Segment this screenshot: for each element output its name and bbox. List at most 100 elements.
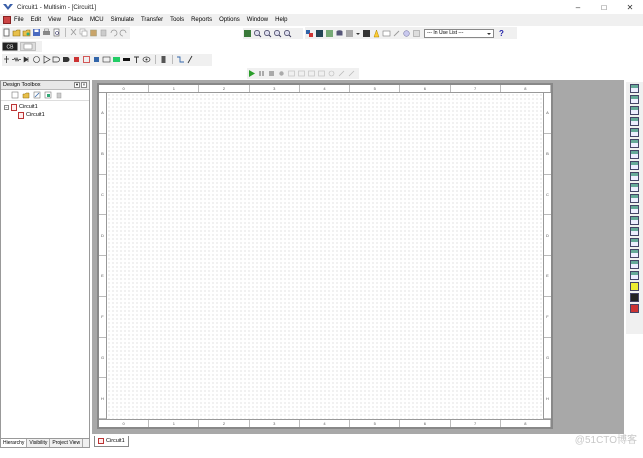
postprocessor-icon[interactable]	[362, 29, 371, 38]
menu-reports[interactable]: Reports	[191, 17, 212, 23]
menu-edit[interactable]: Edit	[31, 17, 41, 23]
zoom-in-icon[interactable]	[253, 29, 262, 38]
paste-icon[interactable]	[89, 28, 98, 37]
toggle-breakpoint-icon[interactable]	[327, 69, 336, 78]
bode-plotter-icon[interactable]	[630, 139, 639, 148]
rename-sheet-icon[interactable]	[33, 91, 41, 99]
place-misc-digital-icon[interactable]	[92, 55, 101, 64]
open-sample-icon[interactable]	[22, 28, 31, 37]
logic-analyzer-icon[interactable]	[630, 183, 639, 192]
current-probe-icon[interactable]	[630, 304, 639, 313]
save-icon[interactable]	[32, 28, 41, 37]
document-menu-icon[interactable]	[3, 16, 11, 24]
hierarchy-toggle-icon[interactable]	[305, 29, 314, 38]
tab-hierarchy[interactable]: Hierarchy	[1, 439, 28, 447]
place-misc-icon[interactable]	[132, 55, 141, 64]
open-folder-icon[interactable]	[12, 28, 21, 37]
place-mcu-icon[interactable]	[72, 55, 81, 64]
menu-tools[interactable]: Tools	[170, 17, 184, 23]
print-preview-icon[interactable]	[52, 28, 61, 37]
place-indicator-icon[interactable]	[112, 55, 121, 64]
frequency-counter-icon[interactable]	[630, 150, 639, 159]
forward-annotate-icon[interactable]	[402, 29, 411, 38]
place-basic-icon[interactable]	[12, 55, 21, 64]
agilent-multimeter-icon[interactable]	[630, 249, 639, 258]
place-cmos-icon[interactable]	[62, 55, 71, 64]
erc-icon[interactable]	[372, 28, 381, 38]
stop-simulation-icon[interactable]	[267, 69, 276, 78]
wattmeter-icon[interactable]	[630, 106, 639, 115]
place-diode-icon[interactable]	[22, 55, 31, 64]
place-transistor-icon[interactable]	[32, 55, 41, 64]
cut-icon[interactable]	[69, 28, 78, 37]
panel-menu-button[interactable]: ▾	[74, 82, 80, 88]
labview-instrument-icon[interactable]	[630, 282, 639, 291]
step-into-icon[interactable]	[287, 69, 296, 78]
component-mode-button[interactable]: CB	[2, 42, 18, 51]
grapher-icon[interactable]	[315, 29, 324, 38]
delete-sheet-icon[interactable]	[55, 91, 63, 99]
place-rf-icon[interactable]	[142, 55, 151, 64]
schematic-mode-button[interactable]	[20, 42, 36, 51]
remove-breakpoints-icon[interactable]	[337, 69, 346, 78]
fullscreen-icon[interactable]	[243, 29, 252, 38]
menu-options[interactable]: Options	[219, 17, 240, 23]
menu-simulate[interactable]: Simulate	[111, 17, 134, 23]
place-advanced-peripherals-icon[interactable]	[82, 55, 91, 64]
agilent-generator-icon[interactable]	[630, 238, 639, 247]
place-electromechanical-icon[interactable]	[159, 55, 168, 64]
print-icon[interactable]	[42, 28, 51, 37]
word-generator-icon[interactable]	[630, 161, 639, 170]
new-sheet-icon[interactable]	[11, 91, 19, 99]
measurement-probe-icon[interactable]	[630, 293, 639, 302]
redo-icon[interactable]	[119, 28, 128, 37]
four-channel-oscilloscope-icon[interactable]	[630, 128, 639, 137]
distortion-analyzer-icon[interactable]	[630, 205, 639, 214]
place-connector-icon[interactable]	[176, 55, 185, 64]
run-to-cursor-icon[interactable]	[317, 69, 326, 78]
zoom-out-icon[interactable]	[263, 29, 272, 38]
pause-simulation-icon[interactable]	[257, 69, 266, 78]
function-generator-icon[interactable]	[630, 95, 639, 104]
in-use-list-icon[interactable]	[412, 29, 421, 38]
menu-place[interactable]: Place	[68, 17, 83, 23]
reverse-annotate-icon[interactable]	[392, 29, 401, 38]
in-use-list-dropdown[interactable]: --- In Use List ---	[424, 28, 494, 38]
minimize-button[interactable]: –	[565, 0, 591, 14]
place-ttl-icon[interactable]	[52, 55, 61, 64]
document-tab-circuit1[interactable]: Circuit1	[94, 436, 129, 447]
schematic-sheet[interactable]: 0 1 2 3 4 5 6 7 8 A B C D E F G H A B C …	[97, 83, 553, 429]
undo-icon[interactable]	[109, 28, 118, 37]
collapse-toggle-icon[interactable]: −	[4, 104, 9, 110]
new-file-icon[interactable]	[2, 28, 11, 37]
oscilloscope-icon[interactable]	[630, 117, 639, 126]
menu-window[interactable]: Window	[247, 17, 268, 23]
place-bus-icon[interactable]	[186, 55, 195, 64]
maximize-button[interactable]: □	[591, 0, 617, 14]
help-button[interactable]: ?	[499, 29, 504, 38]
tab-project-view[interactable]: Project View	[50, 439, 84, 447]
zoom-area-icon[interactable]	[273, 29, 282, 38]
spreadsheet-icon[interactable]	[325, 29, 334, 38]
close-button[interactable]: ✕	[617, 0, 643, 14]
capture-screen-icon[interactable]	[382, 29, 391, 38]
panel-close-button[interactable]: ×	[81, 82, 87, 88]
place-mixed-icon[interactable]	[102, 55, 111, 64]
place-analog-icon[interactable]	[42, 55, 51, 64]
copy-icon[interactable]	[79, 28, 88, 37]
place-source-icon[interactable]	[2, 55, 11, 64]
logic-converter-icon[interactable]	[630, 172, 639, 181]
menu-help[interactable]: Help	[275, 17, 287, 23]
tree-node-root[interactable]: − Circuit1	[4, 103, 89, 111]
zoom-fit-icon[interactable]	[283, 29, 292, 38]
place-power-icon[interactable]	[122, 55, 131, 64]
open-subcircuit-icon[interactable]	[44, 91, 52, 99]
tektronix-oscilloscope-icon[interactable]	[630, 271, 639, 280]
delete-icon[interactable]	[99, 28, 108, 37]
database-icon[interactable]	[335, 29, 344, 38]
pause-at-next-icon[interactable]	[277, 69, 286, 78]
run-simulation-icon[interactable]	[247, 69, 256, 78]
multimeter-icon[interactable]	[630, 84, 639, 93]
menu-mcu[interactable]: MCU	[90, 17, 104, 23]
tree-node-child[interactable]: Circuit1	[4, 111, 89, 119]
